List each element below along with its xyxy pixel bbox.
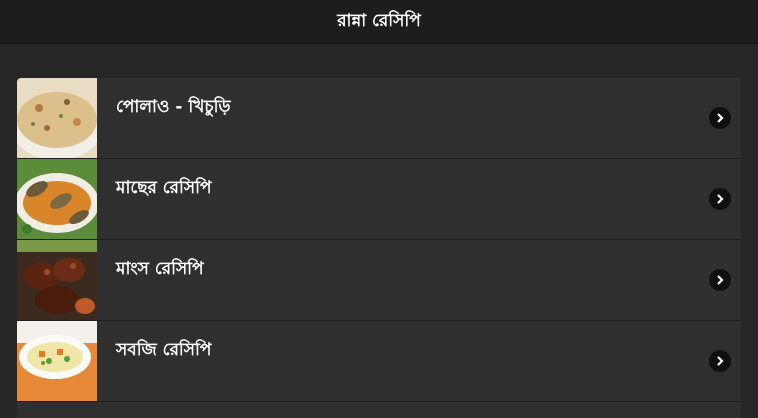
list-item-fish-recipe[interactable]: মাছের রেসিপি — [17, 159, 741, 240]
fish-recipe-thumbnail — [17, 159, 97, 239]
list-item-label: মাংস রেসিপি — [116, 259, 204, 279]
vegetable-recipe-thumbnail — [17, 321, 97, 401]
list-item-meat-recipe[interactable]: মাংস রেসিপি — [17, 240, 741, 321]
chevron-right-icon — [709, 269, 731, 291]
app-header: রান্না রেসিপি — [0, 0, 758, 44]
meat-recipe-thumbnail — [17, 240, 97, 320]
pulao-khichuri-thumbnail — [17, 78, 97, 158]
list-item-vegetable-recipe[interactable]: সবজি রেসিপি — [17, 321, 741, 402]
list-item-label: সবজি রেসিপি — [116, 340, 212, 360]
chevron-right-icon — [709, 350, 731, 372]
chevron-right-icon — [709, 107, 731, 129]
list-item-pulao-khichuri[interactable]: পোলাও - খিচুড়ি — [17, 78, 741, 159]
list-item-label: পোলাও - খিচুড়ি — [116, 97, 231, 117]
page-title: রান্না রেসিপি — [337, 10, 421, 31]
list-item-label: মাছের রেসিপি — [116, 178, 212, 198]
chevron-right-icon — [709, 188, 731, 210]
recipe-category-list: পোলাও - খিচুড়ি মাছের রেসিপি মাংস রেসিপি… — [17, 78, 741, 418]
